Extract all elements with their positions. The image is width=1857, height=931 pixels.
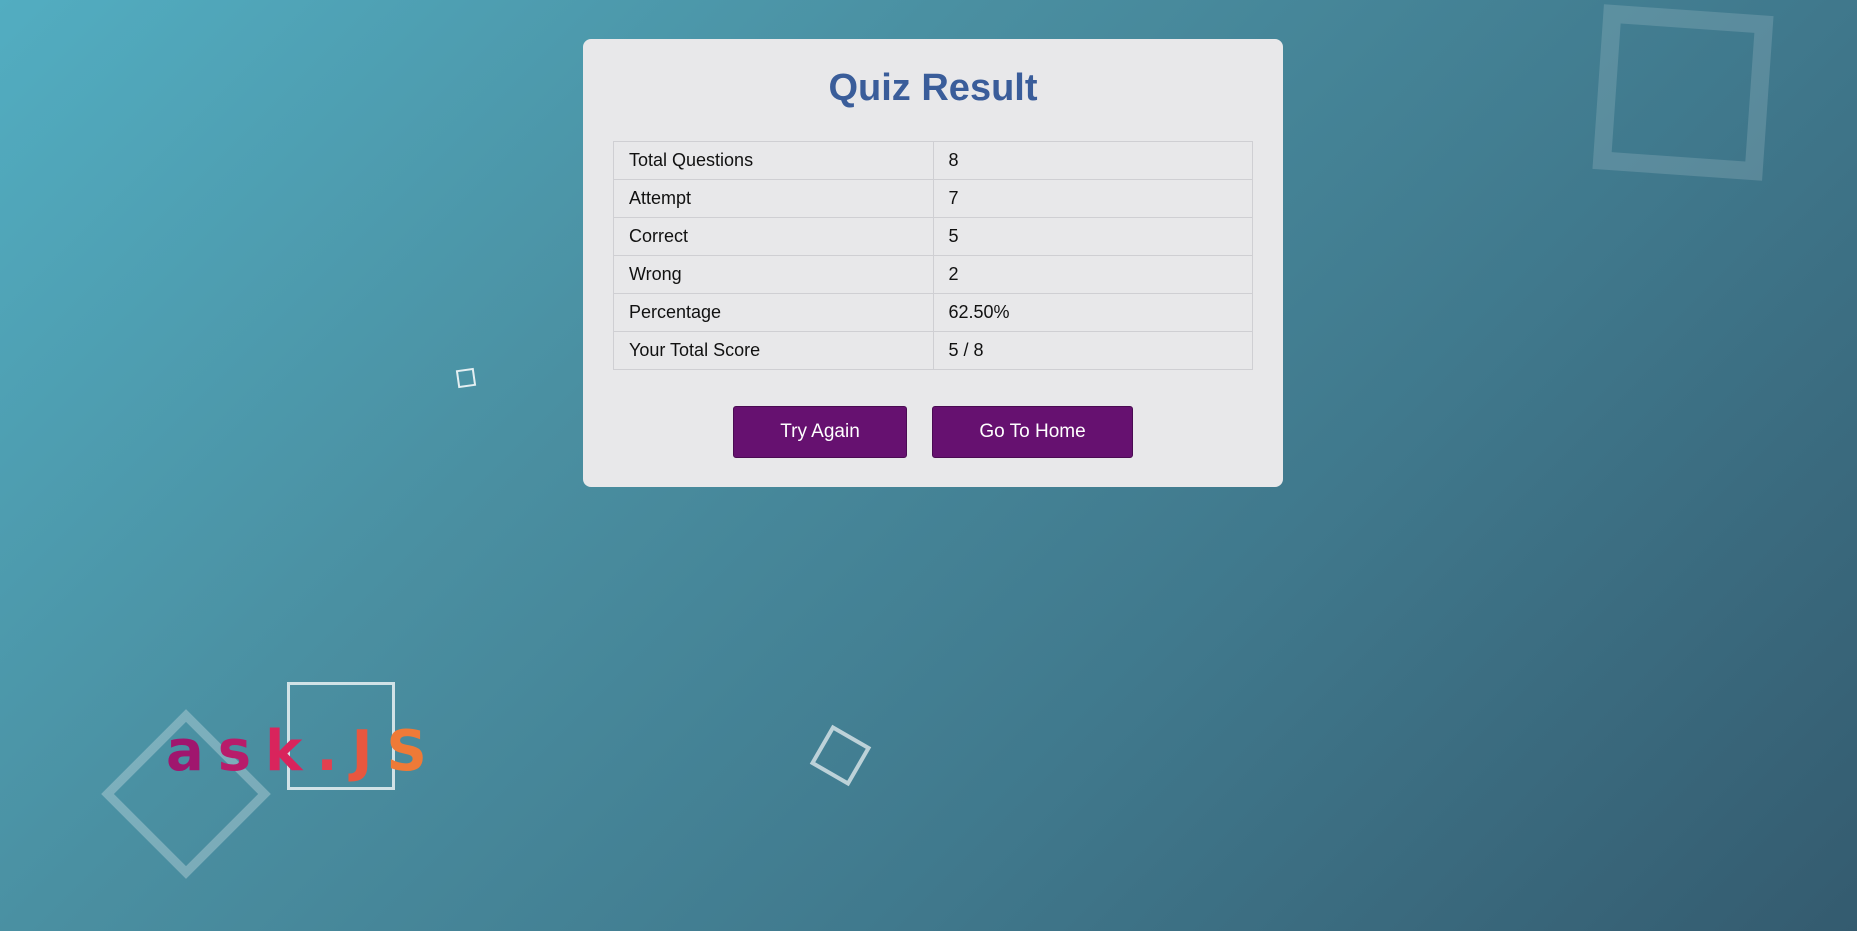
results-table: Total Questions 8 Attempt 7 Correct 5 Wr…	[613, 141, 1253, 370]
logo-letter: S	[386, 719, 441, 784]
logo-letter: a	[166, 719, 218, 784]
logo-letter: s	[217, 719, 266, 784]
row-label: Your Total Score	[613, 331, 934, 370]
row-label: Wrong	[613, 255, 934, 294]
logo-letter: k	[265, 719, 317, 784]
row-value: 62.50%	[932, 293, 1253, 332]
table-row: Wrong 2	[613, 255, 1253, 294]
row-value: 5	[932, 217, 1253, 256]
row-value: 2	[932, 255, 1253, 294]
quiz-result-card: Quiz Result Total Questions 8 Attempt 7 …	[583, 39, 1283, 487]
table-row: Your Total Score 5 / 8	[613, 331, 1253, 370]
row-label: Total Questions	[613, 141, 934, 180]
decorative-square	[1592, 4, 1774, 181]
go-to-home-button[interactable]: Go To Home	[932, 406, 1133, 458]
row-label: Percentage	[613, 293, 934, 332]
logo-letter: J	[351, 719, 387, 784]
decorative-square	[455, 367, 477, 389]
row-value: 8	[932, 141, 1253, 180]
row-value: 7	[932, 179, 1253, 218]
table-row: Total Questions 8	[613, 141, 1253, 180]
table-row: Percentage 62.50%	[613, 293, 1253, 332]
logo-letter: .	[316, 719, 352, 784]
row-label: Correct	[613, 217, 934, 256]
logo-text: ask.JS	[166, 724, 441, 780]
action-buttons: Try Again Go To Home	[583, 406, 1283, 458]
row-label: Attempt	[613, 179, 934, 218]
table-row: Attempt 7	[613, 179, 1253, 218]
decorative-square	[809, 724, 872, 787]
try-again-button[interactable]: Try Again	[733, 406, 907, 458]
row-value: 5 / 8	[932, 331, 1253, 370]
table-row: Correct 5	[613, 217, 1253, 256]
page-title: Quiz Result	[828, 67, 1038, 109]
